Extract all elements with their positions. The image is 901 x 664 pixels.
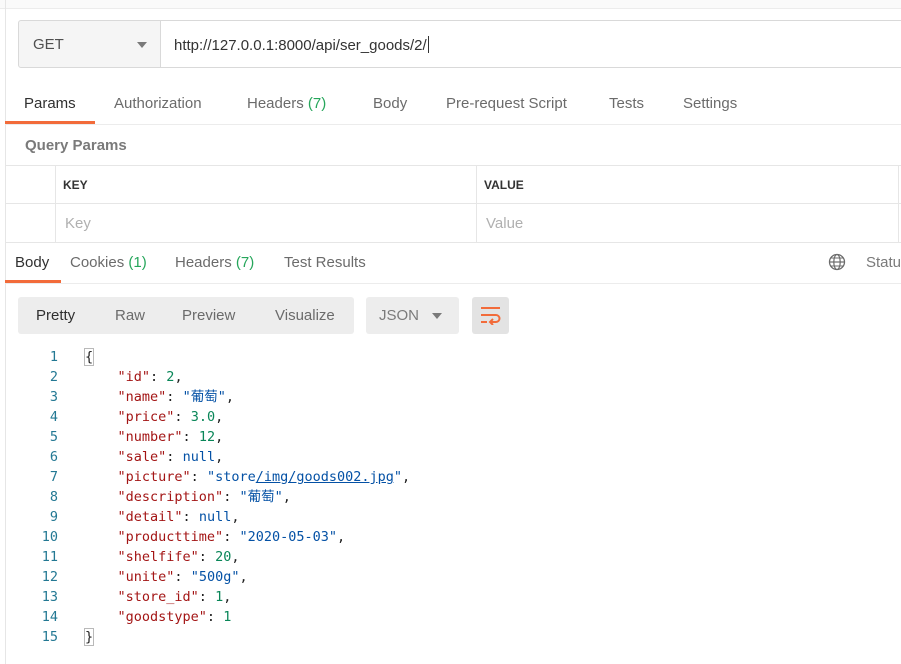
line-number: 1 — [49, 349, 58, 365]
url-text: http://127.0.0.1:8000/api/ser_goods/2/ — [174, 37, 427, 54]
value-column-header: VALUE — [484, 178, 524, 192]
query-params-table: KEY VALUE Key Value — [5, 165, 901, 243]
tab-headers[interactable]: Headers (7) — [247, 95, 326, 112]
chevron-down-icon — [432, 313, 442, 319]
globe-icon[interactable] — [828, 253, 846, 271]
tab-body[interactable]: Body — [373, 95, 407, 112]
column-divider — [476, 166, 477, 242]
line-number: 11 — [41, 549, 58, 565]
line-number: 5 — [49, 429, 58, 445]
view-pretty-button[interactable]: Pretty — [36, 307, 75, 324]
code-text: "detail": null, — [117, 509, 240, 525]
format-select[interactable]: JSON — [366, 297, 459, 334]
view-raw-button[interactable]: Raw — [115, 307, 145, 324]
code-line: 1{ — [0, 347, 901, 367]
code-line: 4 "price": 3.0, — [0, 407, 901, 427]
code-line: 15} — [0, 627, 901, 647]
format-label: JSON — [379, 307, 420, 324]
code-line: 14 "goodstype": 1 — [0, 607, 901, 627]
code-text: "id": 2, — [117, 369, 183, 385]
wrap-lines-icon — [481, 307, 501, 325]
response-tabs: Body Cookies (1) Headers (7) Test Result… — [5, 243, 901, 284]
tab-pre-request-script[interactable]: Pre-request Script — [446, 95, 567, 112]
cookies-count: (1) — [128, 254, 147, 271]
code-line: 3 "name": "葡萄", — [0, 387, 901, 407]
line-number: 7 — [49, 469, 58, 485]
method-select[interactable]: GET — [18, 20, 161, 68]
code-text: "description": "葡萄", — [117, 489, 291, 505]
line-number: 13 — [41, 589, 58, 605]
active-response-tab-indicator — [5, 280, 61, 283]
line-number: 4 — [49, 409, 58, 425]
line-number: 8 — [49, 489, 58, 505]
json-brace: { — [83, 348, 95, 366]
tab-response-body[interactable]: Body — [15, 254, 49, 271]
tab-response-headers[interactable]: Headers (7) — [175, 254, 254, 271]
code-line: 5 "number": 12, — [0, 427, 901, 447]
line-number: 3 — [49, 389, 58, 405]
line-number: 14 — [41, 609, 58, 625]
value-input[interactable]: Value — [486, 215, 523, 232]
code-line: 7 "picture": "store/img/goods002.jpg", — [0, 467, 901, 487]
code-text: "price": 3.0, — [117, 409, 224, 425]
line-number: 12 — [41, 569, 58, 585]
tab-cookies[interactable]: Cookies (1) — [70, 254, 147, 271]
chevron-down-icon — [137, 42, 147, 48]
code-text: "goodstype": 1 — [117, 609, 232, 625]
tab-tests[interactable]: Tests — [609, 95, 644, 112]
tab-settings[interactable]: Settings — [683, 95, 737, 112]
code-line: 10 "producttime": "2020-05-03", — [0, 527, 901, 547]
row-divider — [5, 203, 901, 204]
response-headers-count: (7) — [235, 254, 255, 271]
method-label: GET — [33, 36, 64, 53]
query-params-title: Query Params — [25, 137, 127, 154]
key-column-header: KEY — [63, 178, 88, 192]
key-input[interactable]: Key — [65, 215, 91, 232]
status-label: Status — [866, 254, 901, 271]
line-number: 9 — [49, 509, 58, 525]
active-tab-indicator — [5, 121, 95, 124]
view-preview-button[interactable]: Preview — [182, 307, 235, 324]
code-line: 12 "unite": "500g", — [0, 567, 901, 587]
tab-authorization[interactable]: Authorization — [114, 95, 202, 112]
column-divider — [898, 166, 899, 242]
line-number: 6 — [49, 449, 58, 465]
line-number: 10 — [41, 529, 58, 545]
column-divider — [55, 166, 56, 242]
code-line: 13 "store_id": 1, — [0, 587, 901, 607]
code-text: "name": "葡萄", — [117, 389, 234, 405]
headers-count: (7) — [307, 95, 327, 112]
code-text: "number": 12, — [117, 429, 224, 445]
code-text: } — [83, 627, 95, 647]
code-line: 2 "id": 2, — [0, 367, 901, 387]
line-number: 2 — [49, 369, 58, 385]
code-text: "picture": "store/img/goods002.jpg", — [117, 469, 411, 485]
code-line: 6 "sale": null, — [0, 447, 901, 467]
tab-params[interactable]: Params — [24, 95, 76, 112]
url-input[interactable]: http://127.0.0.1:8000/api/ser_goods/2/ — [161, 20, 901, 68]
code-text: "sale": null, — [117, 449, 224, 465]
request-tabs: Params Authorization Headers (7) Body Pr… — [5, 84, 901, 125]
wrap-lines-button[interactable] — [472, 297, 509, 334]
top-strip — [0, 0, 901, 9]
line-number: 15 — [41, 629, 58, 645]
code-text: "store_id": 1, — [117, 589, 232, 605]
code-line: 9 "detail": null, — [0, 507, 901, 527]
view-mode-selector: Pretty Raw Preview Visualize — [18, 297, 354, 334]
text-cursor — [427, 36, 429, 53]
json-brace: } — [83, 628, 95, 646]
tab-test-results[interactable]: Test Results — [284, 254, 366, 271]
code-line: 11 "shelfife": 20, — [0, 547, 901, 567]
code-text: "producttime": "2020-05-03", — [117, 529, 346, 545]
view-visualize-button[interactable]: Visualize — [275, 307, 335, 324]
code-text: "shelfife": 20, — [117, 549, 240, 565]
code-line: 8 "description": "葡萄", — [0, 487, 901, 507]
code-text: "unite": "500g", — [117, 569, 248, 585]
code-text: { — [83, 347, 95, 367]
